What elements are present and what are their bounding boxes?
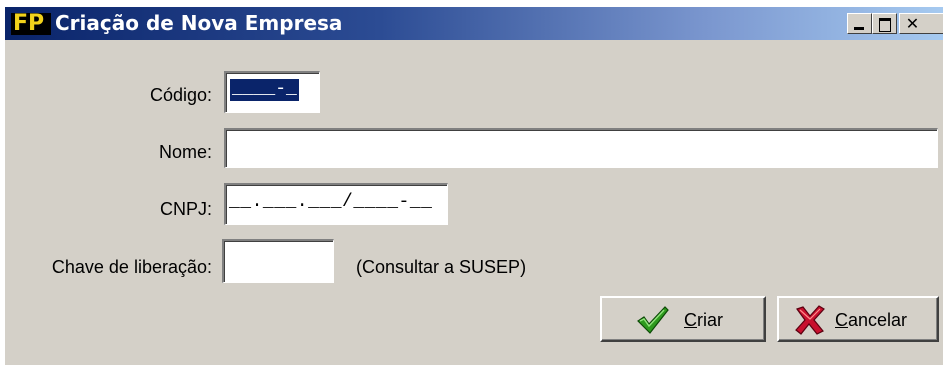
window-title: Criação de Nova Empresa [55, 11, 343, 35]
app-logo-icon: FP [11, 11, 51, 36]
cnpj-value: __.___.___/____-__ [229, 192, 433, 212]
codigo-field[interactable]: ____-_ [224, 71, 320, 113]
cnpj-field[interactable]: __.___.___/____-__ [224, 183, 448, 225]
dialog-window: FP Criação de Nova Empresa ✕ Código: ___… [4, 6, 943, 365]
codigo-value: ____-_ [230, 79, 299, 101]
chave-label: Chave de liberação: [51, 257, 212, 277]
maximize-button[interactable] [872, 13, 897, 34]
app-logo-letters: FP [13, 11, 45, 36]
minimize-button[interactable] [847, 13, 872, 34]
title-bar[interactable]: FP Criação de Nova Empresa ✕ [5, 7, 943, 40]
cancelar-button[interactable]: Cancelar [777, 296, 939, 342]
chave-hint: (Consultar a SUSEP) [356, 257, 527, 277]
cnpj-label: CNPJ: [159, 199, 212, 219]
chave-field[interactable] [222, 239, 334, 283]
criar-button[interactable]: Criar [600, 296, 766, 342]
chave-input[interactable] [224, 241, 333, 282]
codigo-label: Código: [149, 85, 212, 105]
maximize-icon [879, 18, 891, 32]
minimize-icon [854, 27, 864, 30]
x-mark-icon [795, 305, 825, 335]
nome-field[interactable] [224, 128, 938, 168]
cancelar-label: Cancelar [835, 310, 908, 330]
nome-label: Nome: [158, 142, 212, 162]
nome-input[interactable] [226, 130, 937, 167]
close-icon: ✕ [905, 14, 920, 33]
checkmark-icon [637, 306, 669, 334]
close-button[interactable]: ✕ [899, 13, 943, 34]
criar-label: Criar [684, 310, 723, 330]
